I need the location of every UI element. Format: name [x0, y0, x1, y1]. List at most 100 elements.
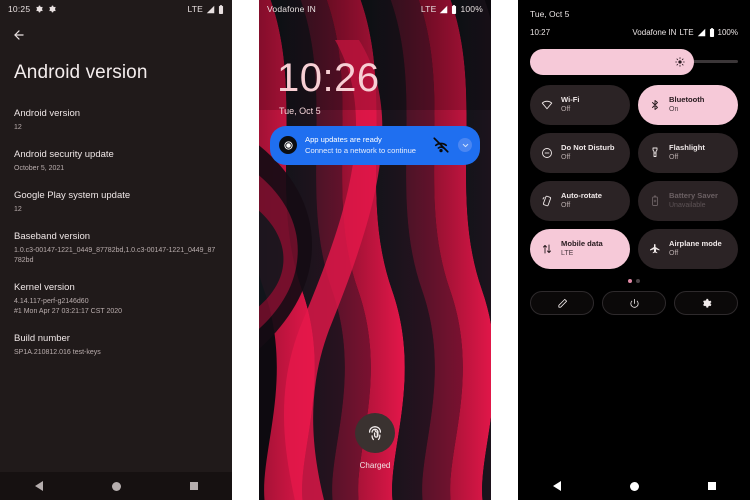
status-bar-settings: 10:25 LTE: [0, 0, 232, 18]
tile-state: On: [669, 106, 679, 114]
tile-state: Off: [669, 154, 679, 162]
list-item-title: Android security update: [14, 148, 114, 160]
dnd-icon: [541, 147, 553, 159]
updates-icon: [279, 136, 297, 155]
fingerprint-area: Charged: [259, 413, 491, 470]
brightness-slider[interactable]: [530, 49, 738, 75]
brightness-fill[interactable]: [530, 49, 695, 75]
tile-state: Off: [561, 154, 571, 162]
power-icon: [629, 298, 640, 309]
list-item-value: October 5, 2021: [14, 164, 65, 172]
flashlight-icon: [649, 147, 661, 159]
quick-settings-footer: [518, 283, 750, 315]
tile-wifi[interactable]: Wi-Fi Off: [530, 85, 630, 125]
status-bar-carrier: Vodafone IN: [267, 4, 316, 14]
navigation-bar: [518, 472, 750, 500]
qs-date: Tue, Oct 5: [530, 9, 570, 19]
battery-saver-icon: [649, 195, 661, 207]
recents-square-icon[interactable]: [707, 482, 716, 490]
fingerprint-icon[interactable]: [355, 413, 395, 453]
notification-title: App updates are ready: [305, 135, 382, 144]
wifi-off-icon: [432, 136, 450, 154]
status-bar-clock: 10:27: [530, 28, 551, 37]
panel-lock-screen: Vodafone IN LTE 100% 10:26 Tue, Oct 5 Ap…: [259, 0, 491, 500]
airplane-icon: [649, 243, 661, 255]
recents-square-icon[interactable]: [189, 482, 198, 490]
brightness-icon: [675, 57, 686, 67]
tile-mobile-data[interactable]: Mobile data LTE: [530, 229, 630, 269]
tile-bluetooth[interactable]: Bluetooth On: [638, 85, 738, 125]
status-bar-lock: Vodafone IN LTE 100%: [259, 0, 491, 18]
quick-settings-tiles: Wi-Fi Off Bluetooth On Do Not Disturb Of…: [518, 75, 750, 269]
tile-label: Do Not Disturb: [561, 143, 615, 153]
battery-icon: [709, 28, 715, 37]
page-dot-active[interactable]: [628, 279, 632, 283]
notification-card[interactable]: App updates are ready Connect to a netwo…: [270, 126, 480, 165]
tile-state: Off: [561, 106, 571, 114]
home-circle-icon[interactable]: [629, 481, 639, 491]
tile-do-not-disturb[interactable]: Do Not Disturb Off: [530, 133, 630, 173]
list-item-value: SP1A.210812.016 test-keys: [14, 348, 101, 356]
list-item-title: Android version: [14, 108, 81, 119]
mobile-data-icon: [541, 243, 553, 255]
signal-icon: [206, 5, 215, 14]
page-title: Android version: [14, 62, 148, 83]
tile-label: Wi-Fi: [561, 95, 580, 105]
tile-label: Mobile data: [561, 239, 603, 249]
lock-clock: 10:26: [277, 56, 380, 100]
tile-state: Unavailable: [669, 202, 706, 210]
list-item[interactable]: Android version 12: [14, 102, 218, 143]
edit-tiles-button[interactable]: [530, 291, 594, 315]
list-item-title: Google Play system update: [14, 189, 131, 201]
battery-icon: [451, 4, 457, 14]
page-dot[interactable]: [636, 279, 640, 283]
back-triangle-icon[interactable]: [34, 481, 43, 491]
charge-status: Charged: [359, 461, 391, 470]
signal-icon: [439, 5, 448, 14]
bluetooth-icon: [649, 99, 661, 111]
tile-auto-rotate[interactable]: Auto-rotate Off: [530, 181, 630, 221]
panel-android-version: 10:25 LTE Android version Android versio…: [0, 0, 232, 500]
gear-icon: [701, 298, 712, 309]
settings-button[interactable]: [674, 291, 738, 315]
list-item[interactable]: Google Play system update 12: [14, 184, 218, 225]
tile-label: Flashlight: [669, 143, 705, 153]
tile-label: Airplane mode: [669, 239, 722, 249]
android-version-list: Android version 12 Android security upda…: [0, 102, 232, 368]
tile-label: Bluetooth: [669, 95, 705, 105]
home-circle-icon[interactable]: [111, 481, 121, 491]
signal-icon: [697, 28, 706, 37]
tile-state: Off: [561, 202, 571, 210]
status-bar-carrier: Vodafone IN: [632, 28, 677, 37]
notification-body: Connect to a network to continue: [305, 146, 417, 156]
status-bar-network: LTE: [187, 4, 203, 14]
list-item[interactable]: Build number SP1A.210812.016 test-keys: [14, 327, 218, 368]
status-bar-quick-settings: 10:27 Vodafone IN LTE 100%: [518, 19, 750, 37]
battery-percent: 100%: [717, 28, 738, 37]
list-item-value: 12: [14, 123, 22, 131]
screenshot-stage: 10:25 LTE Android version Android versio…: [0, 0, 750, 500]
tile-label: Battery Saver: [669, 191, 718, 201]
battery-percent: 100%: [460, 4, 483, 14]
lock-date: Tue, Oct 5: [279, 106, 321, 116]
tile-airplane-mode[interactable]: Airplane mode Off: [638, 229, 738, 269]
panel-quick-settings: Tue, Oct 5 10:27 Vodafone IN LTE 100% Wi…: [518, 0, 750, 500]
tile-flashlight[interactable]: Flashlight Off: [638, 133, 738, 173]
list-item[interactable]: Baseband version 1.0.c3-00147-1221_0449_…: [14, 225, 218, 276]
auto-rotate-icon: [541, 195, 553, 207]
list-item[interactable]: Kernel version 4.14.117-perf-g2146d60 #1…: [14, 276, 218, 327]
list-item-value: 4.14.117-perf-g2146d60 #1 Mon Apr 27 03:…: [14, 297, 123, 315]
power-button[interactable]: [602, 291, 666, 315]
status-bar-clock: 10:25: [8, 4, 31, 14]
back-triangle-icon[interactable]: [552, 481, 561, 491]
back-button[interactable]: [0, 18, 232, 52]
gear-icon: [35, 5, 44, 13]
back-arrow-icon[interactable]: [12, 28, 26, 42]
tile-battery-saver[interactable]: Battery Saver Unavailable: [638, 181, 738, 221]
list-item-title: Build number: [14, 333, 70, 345]
navigation-bar: [0, 472, 232, 500]
list-item-title: Kernel version: [14, 281, 75, 293]
chevron-down-icon[interactable]: [458, 138, 472, 153]
list-item[interactable]: Android security update October 5, 2021: [14, 143, 218, 184]
wifi-icon: [541, 99, 553, 111]
